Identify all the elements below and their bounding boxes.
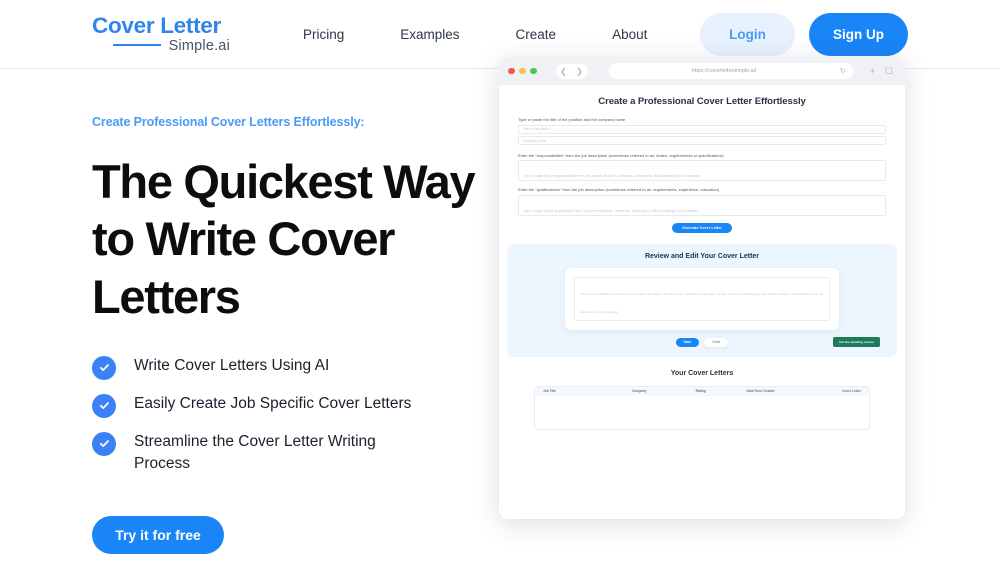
reload-icon: ↻ xyxy=(839,68,846,75)
mockup-browser-chrome: ❮ ❯ https://coverlettersimple.ai/ ↻ + ☐ xyxy=(499,57,905,85)
logo-secondary-row: Simple.ai xyxy=(92,37,230,54)
tabs-overview-icon: ☐ xyxy=(884,65,893,76)
address-bar-url: https://coverlettersimple.ai/ xyxy=(691,68,757,74)
mockup-clear-button: Clear xyxy=(704,337,729,347)
nav-actions: Login Sign Up xyxy=(700,12,908,56)
checklist-label: Streamline the Cover Letter Writing Proc… xyxy=(134,432,376,472)
product-screenshot-mockup: ❮ ❯ https://coverlettersimple.ai/ ↻ + ☐ … xyxy=(499,57,905,519)
table-column-cover-letter: Cover Letter xyxy=(842,389,861,393)
mockup-page-title: Create a Professional Cover Letter Effor… xyxy=(598,96,806,107)
mockup-review-editor: Here your job specific cover letter is t… xyxy=(574,276,830,321)
mockup-review-card: Here your job specific cover letter is t… xyxy=(565,267,839,330)
table-column-date: Date/Time Created xyxy=(746,389,775,393)
mockup-input-company: Company name xyxy=(518,136,886,145)
mockup-review-actions: Save Clear Get the amazing course xyxy=(507,337,897,347)
mockup-review-editor-placeholder: Here your job specific cover letter is t… xyxy=(580,291,825,314)
mockup-cover-letters-table: Job Title Company Rating Date/Time Creat… xyxy=(534,385,870,430)
nav-link-about[interactable]: About xyxy=(584,21,675,48)
browser-nav-arrows: ❮ ❯ xyxy=(555,63,588,79)
list-item: Write Cover Letters Using AI xyxy=(92,355,492,380)
mockup-cover-letters-title: Your Cover Letters xyxy=(670,369,734,377)
mockup-download-button: Get the amazing course xyxy=(833,337,880,347)
checklist-label: Easily Create Job Specific Cover Letters xyxy=(134,394,412,412)
mockup-review-section: Review and Edit Your Cover Letter Here y… xyxy=(507,243,897,357)
window-controls xyxy=(508,67,537,75)
mockup-textarea-qualifications-placeholder: Type or paste the job qualifications her… xyxy=(523,208,700,213)
mockup-textarea-qualifications: Type or paste the job qualifications her… xyxy=(518,194,886,216)
browser-chrome-actions: + ☐ xyxy=(869,65,893,76)
nav-link-pricing[interactable]: Pricing xyxy=(275,21,372,48)
forward-arrow-icon: ❯ xyxy=(576,66,583,76)
mockup-form: Type or paste the title of the position … xyxy=(499,117,905,233)
page-title: The Quickest Way to Write Cover Letters xyxy=(92,155,476,323)
logo-rule-divider xyxy=(112,43,161,46)
hero-eyebrow: Create Professional Cover Letters Effort… xyxy=(92,115,365,129)
nav-link-examples[interactable]: Examples xyxy=(372,21,487,48)
mockup-textarea-responsibilities: Type or paste the job responsibilities h… xyxy=(518,160,886,181)
list-item: Easily Create Job Specific Cover Letters xyxy=(92,393,492,418)
mockup-generate-cover-letter-button: Generate Cover Letter xyxy=(672,222,732,233)
mockup-input-company-placeholder: Company name xyxy=(523,138,547,143)
try-it-for-free-button[interactable]: Try it for free xyxy=(92,515,224,554)
mockup-generate-row: Generate Cover Letter xyxy=(518,222,886,233)
mockup-save-button: Save xyxy=(675,337,700,347)
table-column-rating: Rating xyxy=(695,389,706,393)
hero-content: Create Professional Cover Letters Effort… xyxy=(92,115,492,563)
feature-checklist: Write Cover Letters Using AI Easily Crea… xyxy=(92,355,492,475)
logo-primary-text: Cover Letter xyxy=(92,13,221,38)
list-item: Streamline the Cover Letter Writing Proc… xyxy=(92,431,492,475)
table-column-company: Company xyxy=(632,389,647,393)
login-button[interactable]: Login xyxy=(700,12,795,56)
check-circle-icon xyxy=(92,431,116,456)
nav-link-create[interactable]: Create xyxy=(488,21,585,48)
checklist-label: Write Cover Letters Using AI xyxy=(134,356,330,374)
mockup-cover-letters-section: Your Cover Letters Job Title Company Rat… xyxy=(499,370,905,430)
table-header-row: Job Title Company Rating Date/Time Creat… xyxy=(535,386,869,396)
logo-secondary-text: Simple.ai xyxy=(168,37,230,54)
minimize-window-icon xyxy=(519,67,526,75)
address-bar: https://coverlettersimple.ai/ ↻ xyxy=(608,63,853,79)
mockup-page-body: Create a Professional Cover Letter Effor… xyxy=(499,85,905,519)
mockup-textarea-responsibilities-placeholder: Type or paste the job responsibilities h… xyxy=(523,174,702,178)
signup-button[interactable]: Sign Up xyxy=(809,12,908,56)
mockup-input-job-title: Title of the position xyxy=(518,124,886,134)
check-circle-icon xyxy=(92,393,116,418)
maximize-window-icon xyxy=(530,67,537,75)
check-circle-icon xyxy=(92,355,116,380)
mockup-review-title: Review and Edit Your Cover Letter xyxy=(644,252,760,260)
mockup-input-job-title-placeholder: Title of the position xyxy=(523,127,551,131)
site-logo[interactable]: Cover Letter Simple.ai xyxy=(92,13,230,54)
close-window-icon xyxy=(508,67,515,75)
back-arrow-icon: ❮ xyxy=(560,66,567,76)
mockup-label-responsibilities: Enter the "responsibilities" from the jo… xyxy=(518,152,724,158)
mockup-label-position: Type or paste the title of the position … xyxy=(518,117,626,122)
new-tab-icon: + xyxy=(869,65,875,76)
mockup-label-qualifications: Enter the "qualifications" from the job … xyxy=(518,187,720,192)
table-column-job-title: Job Title xyxy=(543,389,557,393)
